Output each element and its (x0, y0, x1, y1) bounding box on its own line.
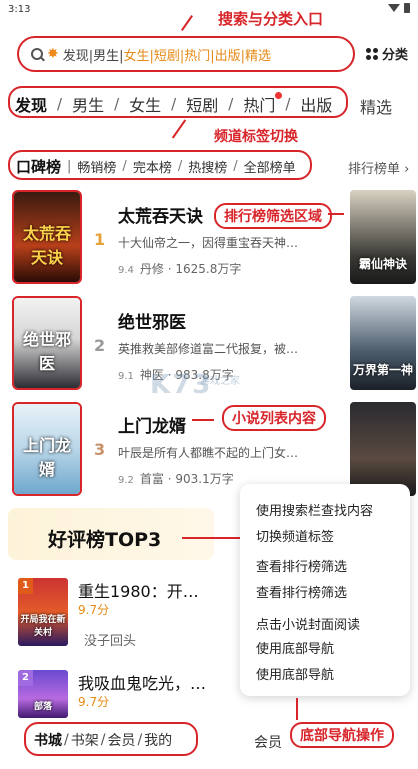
top3-author: 没子回头 (84, 634, 137, 649)
cover-title: 绝世邪医 (22, 330, 71, 373)
rank-tab-reputation[interactable]: 口碑榜 (16, 156, 61, 177)
popup-item[interactable]: 点击小说封面阅读 (256, 614, 360, 633)
annotation-search-entry: 搜索与分类入口 (218, 10, 324, 28)
rank-tab-hot-search[interactable]: 热搜榜 (188, 157, 227, 176)
side-book-cover[interactable]: 万界第一神 (350, 296, 416, 390)
rank-tabs: 口碑榜 | 畅销榜 / 完本榜 / 热搜榜 / 全部榜单 (16, 156, 296, 177)
search-hint: 发现|男生|女生|短剧|热门|出版|精选 (62, 48, 272, 64)
top3-cover[interactable]: 1 开局我在新关村 (18, 578, 68, 646)
top3-cover[interactable]: 2 部落 (18, 670, 68, 718)
popup-item[interactable]: 查看排行榜筛选 (256, 556, 347, 575)
popup-item[interactable]: 使用底部导航 (256, 664, 334, 683)
rank-tab-all[interactable]: 全部榜单 (244, 157, 296, 176)
top3-cover-title: 部落 (33, 702, 52, 712)
annotation-arrow (171, 119, 187, 139)
annotation-bottom-nav-ops: 底部导航操作 (290, 722, 394, 748)
book-description: 英推救美部修道富二代报复，被… (118, 342, 299, 356)
top3-title[interactable]: 重生1980：开… (78, 578, 199, 602)
tab-male[interactable]: 男生 (71, 92, 105, 116)
side-cover-title: 万界第一神 (352, 363, 413, 377)
rank-tab-bestseller[interactable]: 畅销榜 (77, 157, 116, 176)
top3-score: 9.7分 (78, 603, 110, 617)
rank-number: 3 (94, 440, 106, 459)
book-cover[interactable]: 上门龙婿 (12, 402, 82, 496)
cover-title: 太荒吞天诀 (22, 224, 71, 267)
tab-female[interactable]: 女生 (128, 92, 162, 116)
nav-member-tab[interactable]: 会员 (254, 732, 282, 752)
tab-discover[interactable]: 发现 (14, 92, 48, 116)
annotation-channel-switch: 频道标签切换 (214, 129, 298, 145)
bottom-nav-items: 书城 / 书架 / 会员 / 我的 (34, 730, 173, 750)
side-book-cover[interactable]: 霸仙神诀 (350, 190, 416, 284)
popup-item[interactable]: 使用底部导航 (256, 638, 334, 657)
book-description: 叶辰是所有人都瞧不起的上门女… (118, 446, 299, 460)
wifi-icon (388, 4, 400, 12)
tab-featured[interactable]: 精选 (360, 94, 392, 118)
category-grid-icon (366, 47, 378, 60)
book-title[interactable]: 上门龙婿 (118, 412, 186, 437)
category-button[interactable]: 分类 (366, 44, 408, 63)
status-icons (388, 3, 410, 13)
nav-bookstore[interactable]: 书城 (34, 730, 62, 750)
watermark-sub: 游戏之家 (200, 376, 240, 387)
rank-number: 2 (94, 336, 106, 355)
search-bar[interactable]: ✸ 发现|男生|女生|短剧|热门|出版|精选 (17, 36, 355, 72)
annotation-novel-list: 小说列表内容 (222, 405, 326, 431)
popup-item[interactable]: 使用搜索栏查找内容 (256, 500, 373, 519)
status-time: 3:13 (8, 4, 31, 15)
annotation-arrow (181, 15, 193, 31)
rank-number: 1 (94, 230, 106, 249)
popup-item[interactable]: 查看排行榜筛选 (256, 582, 347, 601)
tab-publish[interactable]: 出版 (299, 92, 333, 116)
side-book-cover[interactable] (350, 402, 416, 496)
nav-member[interactable]: 会员 (107, 730, 135, 750)
top3-label: 好评榜TOP3 (48, 529, 162, 551)
annotation-rank-filter-area: 排行榜筛选区域 (214, 203, 332, 229)
book-cover[interactable]: 绝世邪医 (12, 296, 82, 390)
top3-score: 9.7分 (78, 695, 110, 709)
book-meta: 9.4 丹修 · 1625.8万字 (118, 262, 242, 276)
channel-tabs: 发现 / 男生 / 女生 / 短剧 / 热门 / 出版 (14, 92, 333, 116)
top3-cover-title: 开局我在新关村 (20, 615, 66, 638)
top3-title[interactable]: 我吸血鬼吃光，… (78, 670, 206, 694)
tab-hot[interactable]: 热门 (242, 92, 283, 116)
rank-list-more-link[interactable]: 排行榜单 › (348, 158, 409, 177)
book-title[interactable]: 绝世邪医 (118, 308, 186, 333)
new-dot (275, 92, 283, 99)
annotation-arrow (192, 419, 214, 421)
side-cover-title: 霸仙神诀 (358, 257, 407, 271)
battery-icon (404, 3, 410, 13)
annotation-arrow (182, 537, 240, 539)
book-meta: 9.2 首富 · 903.1万字 (118, 472, 234, 486)
book-description: 十大仙帝之一，因得重宝吞天神… (118, 236, 299, 250)
tab-short-drama[interactable]: 短剧 (185, 92, 219, 116)
search-icon (31, 48, 43, 60)
popup-item[interactable]: 切换频道标签 (256, 526, 334, 545)
operation-tips-popup: 使用搜索栏查找内容 切换频道标签 查看排行榜筛选 查看排行榜筛选 点击小说封面阅… (240, 484, 410, 696)
nav-mine[interactable]: 我的 (144, 730, 172, 750)
rank-tab-completed[interactable]: 完本榜 (133, 157, 172, 176)
book-cover[interactable]: 太荒吞天诀 (12, 190, 82, 284)
book-title[interactable]: 太荒吞天诀 (118, 202, 203, 227)
annotation-arrow (296, 698, 298, 720)
hot-burst-icon: ✸ (47, 46, 59, 62)
top3-rank-badge: 2 (18, 670, 33, 686)
annotation-arrow (328, 213, 344, 215)
cover-title: 上门龙婿 (22, 436, 71, 479)
nav-bookshelf[interactable]: 书架 (71, 730, 99, 750)
top3-rank-badge: 1 (18, 578, 33, 594)
category-label: 分类 (382, 48, 409, 63)
